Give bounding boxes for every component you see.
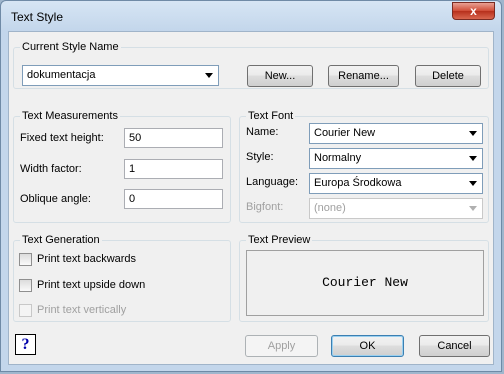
oblique-angle-label: Oblique angle:	[20, 193, 91, 205]
font-style-dropdown[interactable]: Normalny	[309, 148, 483, 169]
print-backwards-checkbox[interactable]	[19, 253, 32, 266]
chevron-down-icon	[469, 156, 477, 161]
language-label: Language:	[246, 176, 298, 188]
print-backwards-label[interactable]: Print text backwards	[37, 252, 136, 266]
chevron-down-icon	[469, 181, 477, 186]
text-measurements-group-label: Text Measurements	[20, 109, 120, 123]
font-style-label: Style:	[246, 151, 274, 163]
cancel-button[interactable]: Cancel	[419, 335, 490, 357]
width-factor-label: Width factor:	[20, 163, 82, 175]
language-dropdown[interactable]: Europa Środkowa	[309, 173, 483, 194]
dialog-body: Current Style Name dokumentacja New... R…	[8, 31, 494, 365]
font-name-label: Name:	[246, 126, 279, 138]
style-name-value: dokumentacja	[27, 69, 96, 81]
chevron-down-icon	[469, 206, 477, 211]
print-vertically-label: Print text vertically	[37, 304, 127, 316]
print-upside-down-checkbox[interactable]	[19, 279, 32, 292]
apply-button: Apply	[245, 335, 318, 357]
ok-button[interactable]: OK	[331, 335, 404, 357]
bigfont-label: Bigfont:	[246, 201, 284, 213]
dialog-title: Text Style	[11, 10, 64, 24]
current-style-group: Current Style Name dokumentacja New... R…	[13, 40, 489, 89]
text-measurements-group: Text Measurements Fixed text height: 50 …	[13, 109, 231, 223]
bigfont-value: (none)	[314, 202, 346, 214]
text-font-group: Text Font Name: Courier New Style: Norma…	[239, 109, 489, 223]
close-button[interactable]: x	[452, 2, 495, 20]
new-style-button[interactable]: New...	[247, 65, 313, 87]
chevron-down-icon	[469, 131, 477, 136]
text-preview-box: Courier New	[246, 250, 484, 316]
chevron-down-icon	[205, 73, 213, 78]
language-value: Europa Środkowa	[314, 177, 402, 189]
style-name-dropdown[interactable]: dokumentacja	[22, 65, 219, 86]
rename-style-button[interactable]: Rename...	[328, 65, 399, 87]
print-upside-down-label[interactable]: Print text upside down	[37, 278, 145, 292]
current-style-group-label: Current Style Name	[20, 40, 121, 54]
width-factor-input[interactable]: 1	[124, 159, 223, 179]
text-preview-group-label: Text Preview	[246, 233, 313, 247]
bigfont-dropdown: (none)	[309, 198, 483, 219]
fixed-height-input[interactable]: 50	[124, 128, 223, 148]
text-generation-group: Text Generation Print text backwards Pri…	[13, 233, 231, 322]
oblique-angle-input[interactable]: 0	[124, 189, 223, 209]
font-name-dropdown[interactable]: Courier New	[309, 123, 483, 144]
text-style-dialog: Text Style x Current Style Name dokument…	[0, 0, 502, 372]
font-name-value: Courier New	[314, 127, 376, 139]
text-font-group-label: Text Font	[246, 109, 296, 123]
print-vertically-checkbox	[19, 304, 32, 317]
help-icon[interactable]: ?	[15, 334, 36, 355]
title-bar[interactable]: Text Style x	[1, 1, 501, 31]
text-generation-group-label: Text Generation	[20, 233, 102, 247]
close-icon: x	[470, 4, 477, 18]
font-style-value: Normalny	[314, 152, 362, 164]
text-preview-group: Text Preview Courier New	[239, 233, 489, 322]
fixed-height-label: Fixed text height:	[20, 132, 104, 144]
delete-style-button[interactable]: Delete	[415, 65, 481, 87]
